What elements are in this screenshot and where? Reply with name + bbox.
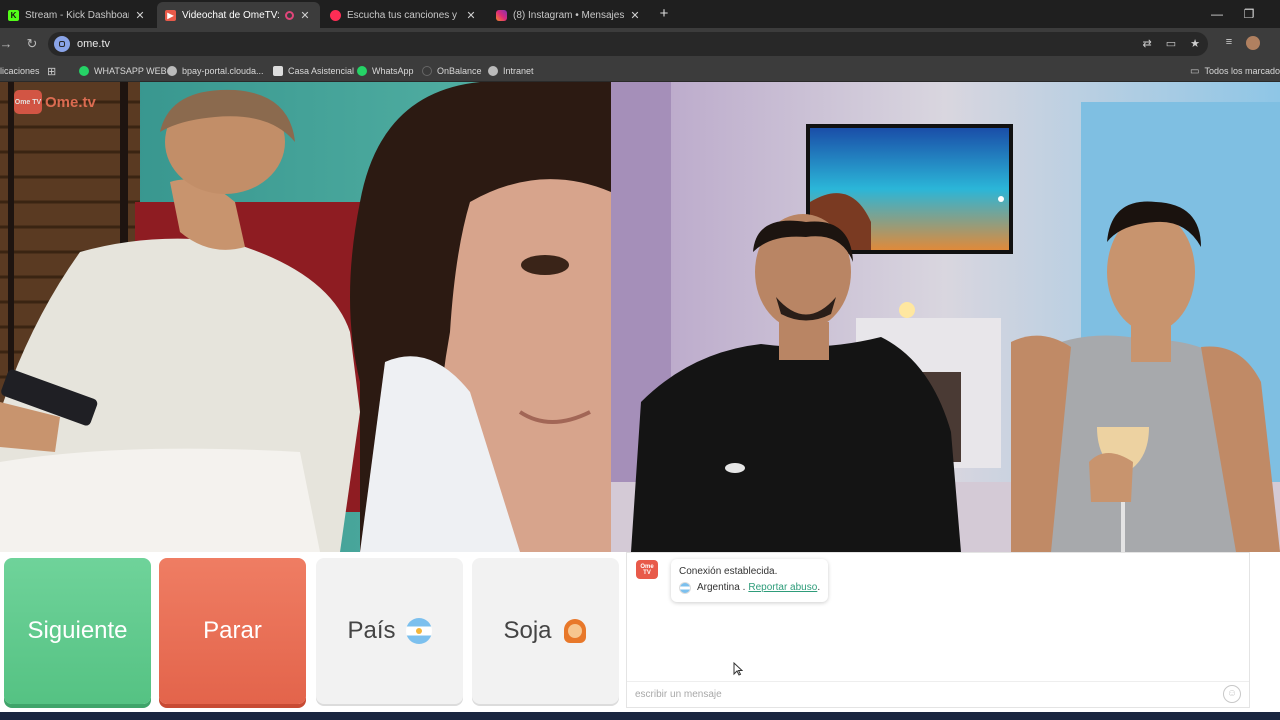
self-video bbox=[611, 82, 1280, 552]
bookmark-whatsapp[interactable]: WhatsApp bbox=[357, 64, 414, 78]
stranger-video: Ome TV Ome.tv bbox=[0, 82, 611, 552]
mouse-cursor-icon bbox=[733, 662, 743, 676]
stranger-video-image bbox=[0, 82, 611, 552]
bookmark-label: OnBalance bbox=[437, 66, 482, 76]
self-video-image bbox=[611, 82, 1280, 552]
globe-icon bbox=[488, 66, 498, 76]
address-bar[interactable]: ome.tv ⇄ ▭ ★ bbox=[48, 32, 1208, 56]
logo-text: Ome.tv bbox=[45, 93, 96, 111]
close-icon[interactable]: ✕ bbox=[628, 9, 642, 22]
globe-icon bbox=[167, 66, 177, 76]
site-info-icon[interactable] bbox=[54, 36, 70, 52]
tab-title: (8) Instagram • Mensajes bbox=[513, 9, 624, 21]
whatsapp-icon bbox=[79, 66, 89, 76]
onbalance-icon bbox=[422, 66, 432, 76]
url-text: ome.tv bbox=[77, 38, 111, 50]
browser-tab-strip: K Stream - Kick Dashboard ✕ ▶ Videochat … bbox=[0, 0, 1280, 28]
minimize-button[interactable]: — bbox=[1202, 4, 1232, 24]
translate-icon[interactable]: ⇄ bbox=[1143, 37, 1152, 50]
tab-title: Stream - Kick Dashboard bbox=[25, 9, 129, 21]
tv-icon: Ome TV bbox=[14, 90, 42, 114]
report-abuse-link[interactable]: Reportar abuso bbox=[748, 580, 817, 596]
connection-status: Conexión establecida. bbox=[679, 566, 778, 577]
music-icon bbox=[330, 9, 341, 21]
tab-title: Escucha tus canciones y álbum bbox=[347, 9, 460, 21]
girl-icon bbox=[562, 618, 588, 644]
bookmark-whatsapp-web[interactable]: WHATSAPP WEB bbox=[79, 64, 167, 78]
whatsapp-icon bbox=[357, 66, 367, 76]
stop-button[interactable]: Parar bbox=[159, 558, 306, 704]
report-suffix: . bbox=[817, 582, 821, 593]
bookmark-label: WhatsApp bbox=[372, 66, 414, 76]
chat-panel: Ome TV Conexión establecida. Argentina .… bbox=[626, 552, 1250, 708]
close-icon[interactable]: ✕ bbox=[133, 9, 147, 22]
argentina-flag-icon bbox=[405, 618, 432, 644]
logo-badge: Ome TV bbox=[14, 98, 42, 106]
close-icon[interactable]: ✕ bbox=[464, 9, 478, 22]
bookmark-label: WHATSAPP WEB bbox=[94, 66, 167, 76]
country-button-label: País bbox=[347, 617, 396, 644]
gender-button-label: Soja bbox=[503, 617, 552, 644]
recording-icon bbox=[285, 10, 294, 20]
gender-filter-button[interactable]: Soja bbox=[472, 558, 619, 704]
bookmark-label: Intranet bbox=[503, 66, 534, 76]
page-icon bbox=[273, 66, 283, 76]
tab-kick-dashboard[interactable]: K Stream - Kick Dashboard ✕ bbox=[0, 2, 155, 28]
maximize-button[interactable]: ❐ bbox=[1234, 4, 1264, 24]
tab-ometv[interactable]: ▶ Videochat de OmeTV: una a ✕ bbox=[157, 2, 320, 28]
bookmark-all-folder[interactable]: ▭ Todos los marcadores bbox=[1190, 64, 1280, 78]
video-stage: Ome TV Ome.tv bbox=[0, 82, 1280, 552]
kick-icon: K bbox=[8, 9, 19, 21]
apps-grid-icon[interactable]: ⊞ bbox=[47, 64, 56, 78]
os-taskbar bbox=[0, 712, 1280, 720]
bookmark-apps[interactable]: licaciones bbox=[0, 64, 40, 78]
forward-icon[interactable]: → bbox=[0, 34, 16, 54]
close-icon[interactable]: ✕ bbox=[298, 9, 312, 22]
bookmark-casa-asistencial[interactable]: Casa Asistencial bbox=[273, 64, 354, 78]
bookmarks-bar: licaciones ⊞ WHATSAPP WEB bpay-portal.cl… bbox=[0, 60, 1280, 82]
partner-country: Argentina . bbox=[697, 582, 746, 593]
country-filter-button[interactable]: País bbox=[316, 558, 463, 704]
tab-music[interactable]: Escucha tus canciones y álbum ✕ bbox=[322, 2, 486, 28]
bookmark-label: Casa Asistencial bbox=[288, 66, 355, 76]
emoji-icon[interactable]: ☺ bbox=[1223, 685, 1241, 703]
bookmark-star-icon[interactable]: ★ bbox=[1190, 37, 1200, 50]
cast-icon[interactable]: ▭ bbox=[1166, 37, 1176, 50]
bookmark-intranet[interactable]: Intranet bbox=[488, 64, 534, 78]
ometv-icon: ▶ bbox=[165, 9, 176, 21]
next-button[interactable]: Siguiente bbox=[4, 558, 151, 704]
next-button-label: Siguiente bbox=[27, 617, 128, 644]
folder-icon: ▭ bbox=[1190, 65, 1200, 77]
browser-toolbar: → ↻ ome.tv ⇄ ▭ ★ ≡ bbox=[0, 28, 1280, 60]
ometv-logo: Ome TV Ome.tv bbox=[14, 90, 96, 114]
tab-title: Videochat de OmeTV: una a bbox=[182, 9, 281, 21]
bookmark-label: bpay-portal.clouda... bbox=[182, 66, 264, 76]
bookmark-label: Todos los marcadores bbox=[1204, 66, 1280, 76]
stop-button-label: Parar bbox=[203, 617, 262, 644]
instagram-icon bbox=[496, 9, 507, 21]
message-input[interactable] bbox=[627, 681, 1249, 707]
tab-instagram[interactable]: (8) Instagram • Mensajes ✕ bbox=[488, 2, 650, 28]
bookmark-bpay[interactable]: bpay-portal.clouda... bbox=[167, 64, 264, 78]
reload-icon[interactable]: ↻ bbox=[22, 34, 42, 54]
bookmark-label: licaciones bbox=[0, 66, 40, 76]
ometv-tv-icon: Ome TV bbox=[636, 560, 658, 579]
extensions-icon[interactable]: ≡ bbox=[1222, 36, 1236, 50]
new-tab-button[interactable]: + bbox=[655, 4, 673, 24]
chat-logo-text: Ome TV bbox=[640, 563, 654, 576]
system-message: Conexión establecida. Argentina . Report… bbox=[671, 559, 829, 602]
profile-avatar[interactable] bbox=[1246, 36, 1260, 50]
bookmark-onbalance[interactable]: OnBalance bbox=[422, 64, 482, 78]
argentina-flag-icon bbox=[679, 582, 691, 594]
